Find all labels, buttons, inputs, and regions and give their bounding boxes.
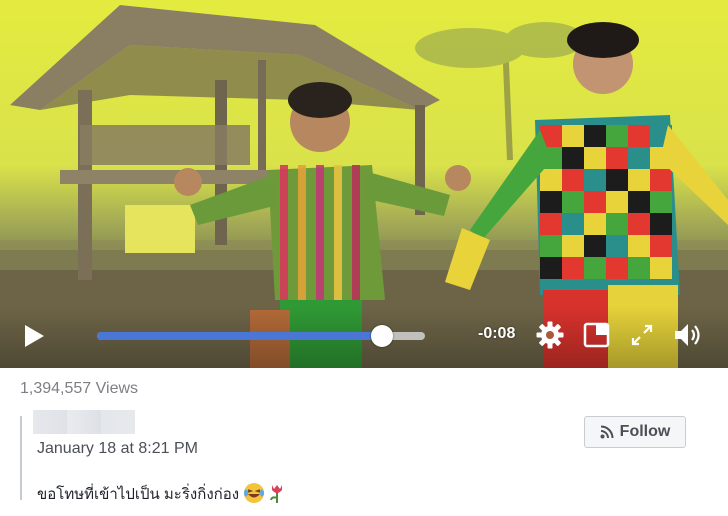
gear-icon xyxy=(536,321,564,349)
hut-post xyxy=(78,90,92,280)
rss-icon xyxy=(600,425,614,439)
follow-button[interactable]: Follow xyxy=(584,416,686,448)
progress-bar[interactable] xyxy=(97,325,425,347)
video-player[interactable]: -0:08 xyxy=(0,0,728,368)
volume-button[interactable] xyxy=(672,320,702,350)
fullscreen-icon xyxy=(631,324,653,346)
post-text: ขอโทษที่เข้าไปเป็น มะริ่งกิ่งก่อง xyxy=(37,486,240,503)
progress-fill xyxy=(97,332,383,340)
play-button[interactable] xyxy=(22,323,46,349)
time-remaining: -0:08 xyxy=(478,325,516,342)
fullscreen-button[interactable] xyxy=(627,320,657,350)
blurred-author-name[interactable] xyxy=(33,410,135,434)
view-count: 1,394,557 Views xyxy=(20,380,139,397)
picture-in-picture-icon xyxy=(583,322,610,348)
tulip-emoji xyxy=(269,482,285,508)
pip-button[interactable] xyxy=(582,320,612,350)
volume-icon xyxy=(675,324,700,346)
follow-label: Follow xyxy=(619,423,671,440)
settings-button[interactable] xyxy=(535,320,565,350)
hanging-cloth xyxy=(125,205,195,253)
laughing-crying-emoji xyxy=(243,482,265,508)
post-text-line: ขอโทษที่เข้าไปเป็น มะริ่งกิ่งก่อง xyxy=(37,482,285,508)
post-timestamp[interactable]: January 18 at 8:21 PM xyxy=(37,440,198,458)
post-divider xyxy=(20,416,22,500)
play-icon xyxy=(25,325,44,347)
